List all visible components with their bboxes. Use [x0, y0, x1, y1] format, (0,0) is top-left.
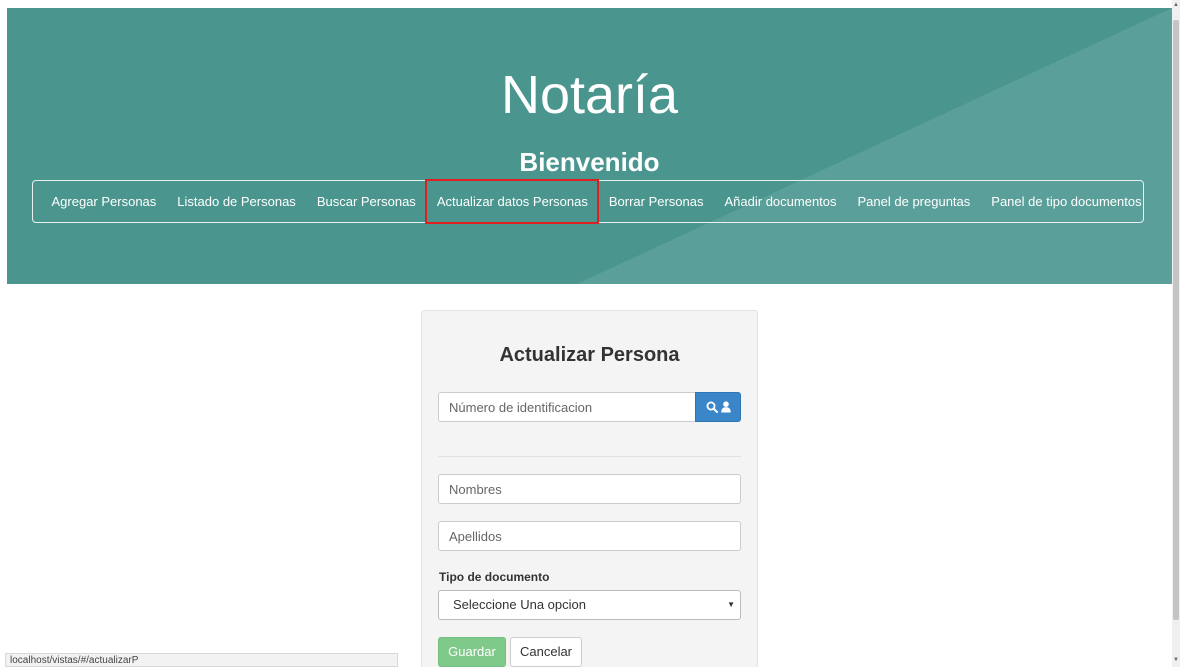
update-person-panel: Actualizar Persona Tipo de documento Sel…	[421, 310, 758, 667]
doc-type-selected-value: Seleccione Una opcion	[453, 597, 586, 612]
panel-title: Actualizar Persona	[499, 344, 680, 366]
browser-status-url: localhost/vistas/#/actualizarP	[5, 653, 398, 667]
site-title: Notaría	[500, 65, 679, 125]
hero-diagonal-decoration	[577, 8, 1172, 284]
nav-buscar-personas[interactable]: Buscar Personas	[306, 180, 426, 223]
page: Notaría Bienvenido Agregar Personas List…	[0, 0, 1180, 667]
cancel-button[interactable]: Cancelar	[510, 637, 582, 667]
save-button[interactable]: Guardar	[438, 637, 506, 667]
id-number-input[interactable]	[438, 392, 696, 422]
nav-panel-preguntas[interactable]: Panel de preguntas	[847, 180, 981, 223]
nombres-input[interactable]	[438, 474, 741, 504]
nav-borrar-personas[interactable]: Borrar Personas	[598, 180, 714, 223]
scrollbar-thumb[interactable]	[1173, 20, 1179, 620]
search-person-button[interactable]	[695, 392, 741, 422]
nav-panel-tipo-documentos[interactable]: Panel de tipo documentos	[981, 180, 1152, 223]
scroll-up-arrow-icon[interactable]: ▲	[1172, 2, 1180, 8]
nav-anadir-documentos[interactable]: Añadir documentos	[714, 180, 847, 223]
doc-type-label: Tipo de documento	[439, 570, 550, 584]
nav-agregar-personas[interactable]: Agregar Personas	[41, 180, 167, 223]
nav-listado-personas[interactable]: Listado de Personas	[167, 180, 307, 223]
chevron-down-icon: ▼	[727, 600, 735, 609]
search-icon	[706, 401, 718, 413]
apellidos-input[interactable]	[438, 521, 741, 551]
main-navbar: Agregar Personas Listado de Personas Bus…	[32, 179, 1144, 224]
doc-type-select[interactable]: Seleccione Una opcion ▼	[438, 590, 741, 620]
hero-header: Notaría Bienvenido Agregar Personas List…	[7, 8, 1172, 284]
scroll-down-arrow-icon[interactable]: ▼	[1172, 657, 1180, 663]
vertical-scrollbar[interactable]: ▲ ▼	[1172, 0, 1180, 667]
form-divider	[438, 456, 741, 457]
welcome-subtitle: Bienvenido	[519, 147, 660, 177]
nav-actualizar-personas[interactable]: Actualizar datos Personas	[425, 179, 600, 224]
user-icon	[720, 401, 731, 413]
